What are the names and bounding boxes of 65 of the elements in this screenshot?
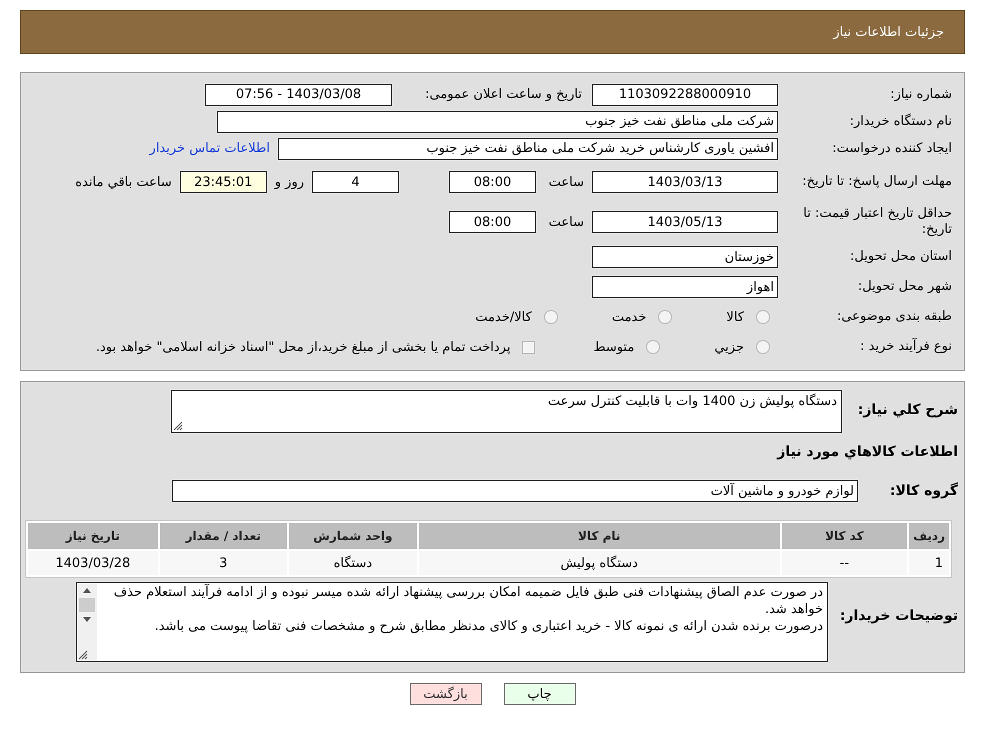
announce-date-field: 1403/03/08 - 07:56 [205, 84, 392, 106]
table-cell: دستگاه پولیش [418, 551, 780, 575]
field-label: توضیحات خریدار: [838, 607, 958, 624]
scrollbar[interactable] [77, 583, 97, 661]
field-label: گروه کالا: [888, 483, 958, 499]
deadline-time-field: 08:00 [449, 171, 536, 193]
radio-button[interactable] [756, 310, 770, 324]
radio-label: جزيي [714, 340, 744, 354]
table-cell: 1403/03/28 [28, 551, 158, 575]
field-label: استان محل تحویل: [849, 249, 952, 265]
days-field: 4 [312, 171, 399, 193]
column-header: تاريخ نياز [28, 523, 158, 549]
summary-text-area[interactable]: دستگاه پولیش زن 1400 وات با قابلیت کنترل سرعت [171, 390, 842, 433]
section-title: اطلاعات کالاهاي مورد نياز [776, 444, 958, 460]
column-header: رديف [909, 523, 949, 549]
remaining-time-field: 23:45:01 [180, 171, 267, 193]
resize-grip-icon [78, 650, 88, 660]
table-cell: 3 [160, 551, 287, 575]
column-header: کد کالا [782, 523, 908, 549]
field-label: حداقل تاریخ اعتبار قیمت: تا تاریخ: [802, 206, 952, 238]
checkbox[interactable] [522, 340, 536, 354]
radio-label: خدمت [612, 310, 646, 324]
buyer-contact-link[interactable]: اطلاعات تماس خريدار [150, 141, 270, 156]
days-label: روز و [274, 174, 304, 190]
need-number-field: 1103092288000910 [592, 84, 778, 106]
radio-label: متوسط [593, 340, 634, 354]
page-title: جزئیات اطلاعات نیاز [20, 10, 965, 54]
column-header: تعداد / مقدار [160, 523, 287, 549]
field-label: تاریخ و ساعت اعلان عمومی: [424, 87, 582, 102]
notes-text: در صورت عدم الصاق پیشنهادات فنی طبق فایل ضمیمه امکان بررسی پیشنهاد ارائه شده میسر نبوده و از ادامه فرآیند استعلام حذف خواهد شد. درصورت برنده شدن ارائه ی نمونه کالا - خرید اعتباری و کالای مدنظر مطابق شرح و مشخصات فنی تقاضا پیوست می باشد. [112, 583, 824, 636]
field-label: شماره نياز: [889, 86, 952, 102]
checkbox-label: پرداخت تمام یا بخشی از مبلغ خرید،از محل "اسناد خزانه اسلامی" خواهد بود. [96, 340, 510, 354]
field-label: طبقه بندی موضوعی: [836, 309, 952, 325]
validity-time-field: 08:00 [449, 211, 536, 233]
back-button[interactable]: بازگشت [410, 683, 482, 705]
time-label: ساعت [548, 174, 584, 190]
field-label: شهر محل تحویل: [856, 279, 952, 295]
table-cell: -- [782, 551, 908, 575]
buyer-field: شرکت ملی مناطق نفت خیز جنوب [217, 110, 778, 132]
province-field: خوزستان [592, 246, 778, 268]
column-header: واحد شمارش [288, 523, 417, 549]
column-header: نام کالا [418, 523, 780, 549]
resize-grip-icon [173, 421, 183, 431]
remaining-label: ساعت باقي مانده [75, 174, 172, 190]
field-label: مهلت ارسال پاسخ: تا تاریخ: [801, 174, 952, 190]
field-label: نام دستگاه خريدار: [848, 114, 952, 130]
radio-label: کالا [726, 310, 744, 324]
radio-button[interactable] [544, 310, 558, 324]
radio-button[interactable] [646, 340, 660, 354]
notes-text-area[interactable] [76, 582, 828, 662]
field-label: ايجاد کننده درخواست: [831, 140, 952, 156]
goods-group-field: لوازم خودرو و ماشین آلات [172, 480, 858, 502]
field-label: شرح کلي نياز: [856, 401, 958, 418]
validity-date-field: 1403/05/13 [592, 211, 778, 233]
field-label: نوع فرآیند خرید : [859, 339, 952, 355]
radio-label: کالا/خدمت [475, 310, 532, 324]
creator-field: افشین یاوری کارشناس خرید شرکت ملی مناطق نفت خیز جنوب [278, 138, 778, 160]
radio-button[interactable] [756, 340, 770, 354]
table-cell: دستگاه [288, 551, 417, 575]
radio-button[interactable] [658, 310, 672, 324]
deadline-date-field: 1403/03/13 [592, 171, 778, 193]
table-cell: 1 [909, 551, 949, 575]
time-label: ساعت [548, 214, 584, 230]
city-field: اهواز [592, 276, 778, 298]
print-button[interactable]: چاپ [504, 683, 576, 705]
